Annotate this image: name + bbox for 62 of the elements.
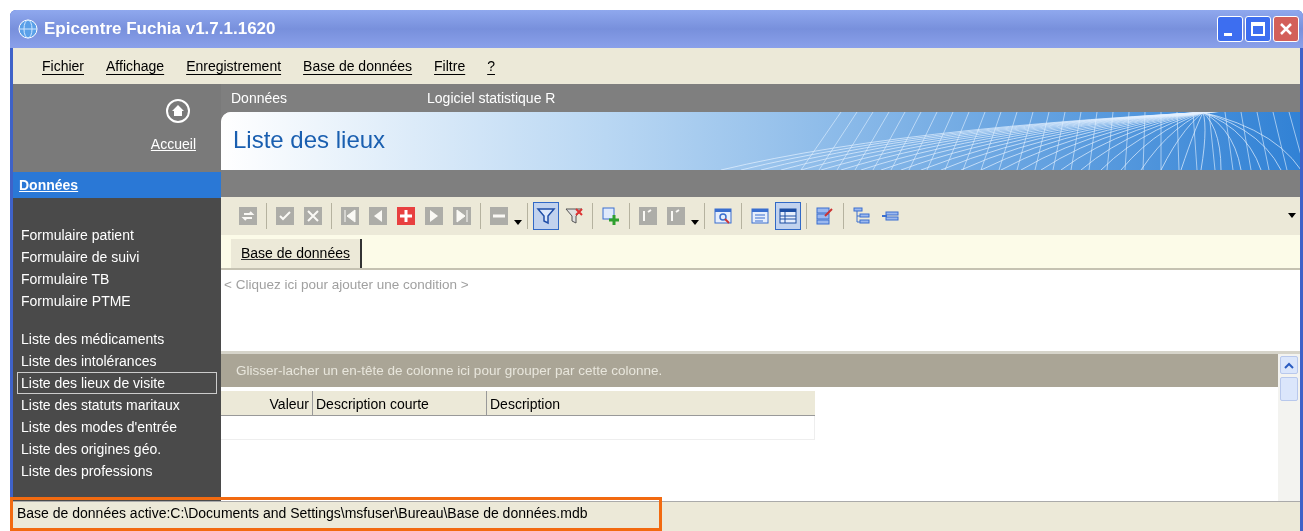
section-header[interactable]: Données [13,172,221,198]
menu-item[interactable]: Affichage [95,55,176,77]
next-icon [424,206,444,226]
previous-icon [368,206,388,226]
refresh-icon [238,206,258,226]
sidebar-item[interactable]: Liste des origines géo. [17,438,217,460]
grid-view-icon [778,206,798,226]
dropdown-caret-icon[interactable] [514,219,522,225]
database-tab[interactable]: Base de données [231,239,362,268]
column-header[interactable]: Description [487,391,815,415]
column-header[interactable]: Valeur [221,391,313,415]
minimize-button[interactable] [1217,16,1243,42]
nav-tab[interactable]: Données [231,87,288,109]
home-link[interactable]: Accueil [150,134,196,155]
sidebar-item[interactable]: Liste des lieux de visite [17,372,217,394]
status-text: Base de données active:C:\Documents and Settings\msfuser\Bureau\Base de données.mdb [16,504,588,523]
maximize-button[interactable] [1245,16,1271,42]
column-header[interactable]: Description courte [313,391,487,415]
sidebar-item[interactable]: Liste des modes d'entrée [17,416,217,438]
filter-icon [536,206,556,226]
menu-item[interactable]: Filtre [423,55,477,77]
menu-item[interactable]: Enregistrement [175,55,293,77]
layout-icon [815,206,835,226]
maximize-icon [1251,22,1265,36]
group-by-bar: Glisser-lacher un en-tête de colonne ici pour grouper par cette colonne. [221,354,1278,387]
globe-icon [18,19,38,39]
toolbar-button[interactable] [775,202,801,230]
tree-icon [852,206,872,226]
last-record-icon [452,206,472,226]
nav-tab[interactable]: Logiciel statistique R [427,87,556,109]
close-icon [1279,22,1293,36]
dropdown-caret-icon[interactable] [691,219,699,225]
menu-item[interactable]: Base de données [292,55,424,77]
clear-filter-icon [564,206,584,226]
menu-item[interactable]: ? [476,55,506,77]
menu-item[interactable]: Fichier [31,55,95,77]
scroll-thumb[interactable] [1280,377,1298,401]
sidebar-item[interactable]: Liste des médicaments [17,328,217,350]
first-record-icon [340,206,360,226]
overflow-caret-icon[interactable] [1288,213,1296,218]
copy-plus-icon [601,206,621,226]
sidebar-item[interactable]: Liste des statuts maritaux [17,394,217,416]
close-button[interactable] [1273,16,1299,42]
sidebar-item[interactable]: Formulaire TB [17,268,217,290]
chevron-up-icon [1284,361,1294,369]
check-icon [275,206,295,226]
page-title: Liste des lieux [233,126,386,155]
minimize-icon [1224,32,1232,36]
sidebar-item[interactable]: Liste des professions [17,460,217,482]
home-icon[interactable] [165,98,191,124]
plus-icon [396,206,416,226]
sidebar-item[interactable]: Formulaire de suivi [17,246,217,268]
form-view-icon [750,206,770,226]
window-title: Epicentre Fuchia v1.7.1.1620 [44,18,277,41]
preview-icon [713,206,733,226]
cancel-icon [303,206,323,226]
scroll-up-button[interactable] [1280,356,1298,374]
sidebar-item[interactable]: Liste des intolérances [17,350,217,372]
minus-icon [489,206,509,226]
sidebar-item[interactable]: Formulaire PTME [17,290,217,312]
sidebar-item[interactable]: Formulaire patient [17,224,217,246]
toolbar-button[interactable] [533,202,559,230]
